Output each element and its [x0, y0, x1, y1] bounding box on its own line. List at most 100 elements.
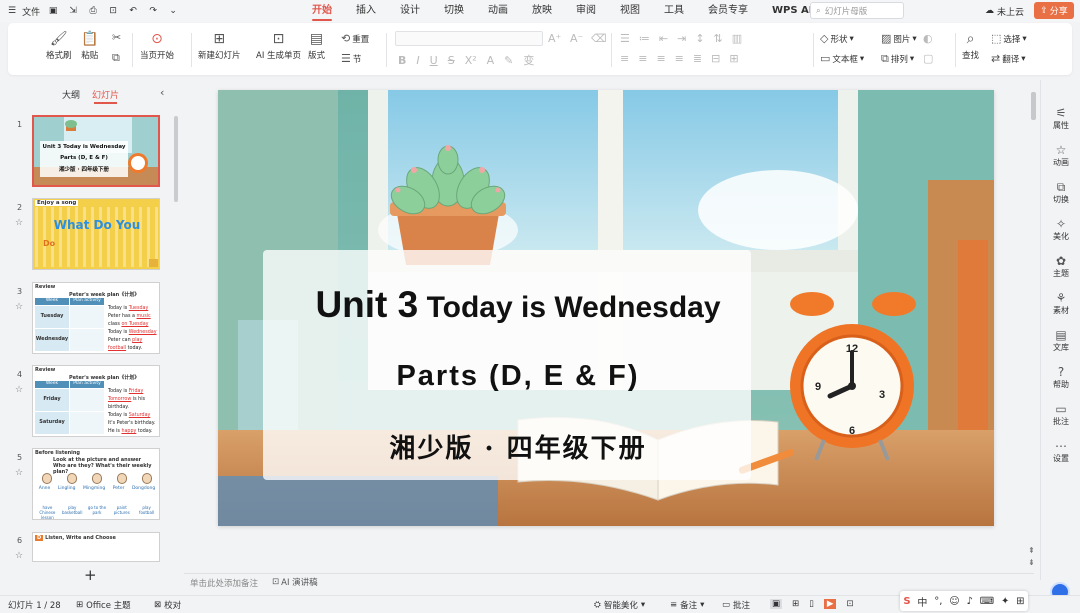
picture-button[interactable]: ▨ 图片 ▾ — [881, 32, 917, 45]
align-right-icon[interactable]: ≡ — [656, 52, 665, 65]
properties-button[interactable]: ⚟ 属性 — [1041, 106, 1080, 131]
assets-button[interactable]: ⚘ 素材 — [1041, 291, 1080, 316]
slide-thumbnail-5[interactable]: Before listening Look at the picture and… — [32, 448, 160, 520]
ai-single-page-button[interactable]: ⊡ AI 生成单页 — [256, 29, 301, 61]
strikethrough-icon[interactable]: S — [448, 54, 455, 67]
char-spacing-icon[interactable]: 变 — [523, 52, 534, 68]
ai-speech-button[interactable]: ⊡ AI 演讲稿 — [272, 576, 318, 588]
justify-icon[interactable]: ≡ — [675, 52, 684, 65]
superscript-icon[interactable]: X² — [465, 54, 477, 67]
tab-3[interactable]: 切换 — [432, 0, 476, 22]
indent-increase-icon[interactable]: ⇥ — [677, 32, 686, 45]
paste-button[interactable]: 📋 粘贴 — [81, 29, 98, 61]
tab-8[interactable]: 工具 — [652, 0, 696, 22]
collapse-panel-icon[interactable]: ‹ — [160, 86, 164, 99]
slideshow-icon[interactable]: ▶ — [823, 599, 837, 609]
library-button[interactable]: ▤ 文库 — [1041, 328, 1080, 353]
slide-title[interactable]: Unit 3 Today is Wednesday — [218, 284, 818, 326]
select-button[interactable]: ⬚ 选择 ▾ — [991, 32, 1027, 45]
slide-thumbnail-3[interactable]: Review Peter's week plan《计划》 Week Plan a… — [32, 282, 160, 354]
help-button[interactable]: ? 帮助 — [1041, 365, 1080, 390]
bullet-list-icon[interactable]: ☰ — [620, 32, 630, 45]
textbox-button[interactable]: ▭ 文本框 ▾ — [820, 52, 864, 65]
tab-5[interactable]: 放映 — [520, 0, 564, 22]
cut-button[interactable]: ✂ — [112, 31, 121, 44]
line-spacing-icon[interactable]: ↕ — [695, 32, 704, 45]
outline-button[interactable]: ▢ — [923, 52, 933, 65]
prev-page-icon[interactable]: ⇞ — [1028, 546, 1035, 555]
comment-button[interactable]: ▭ 批注 — [1041, 402, 1080, 427]
beautify-button[interactable]: ✧ 美化 — [1041, 217, 1080, 242]
tab-0[interactable]: 开始 — [300, 0, 344, 22]
slide-thumbnail-4[interactable]: Review Peter's week plan《计划》 Week Plan a… — [32, 365, 160, 437]
menu-icon[interactable]: ☰ — [8, 6, 16, 16]
save-icon[interactable]: ▣ — [46, 6, 60, 16]
slide-thumbnail-6[interactable]: D Listen, Write and Choose — [32, 532, 160, 562]
cloud-status[interactable]: ☁ 未上云 — [985, 0, 1024, 22]
reading-view-icon[interactable]: ▯ — [809, 599, 814, 609]
section-button[interactable]: ☰ 节 — [341, 52, 361, 65]
translate-button[interactable]: ⇄ 翻译 ▾ — [991, 52, 1026, 65]
notes-field[interactable]: 单击此处添加备注 — [190, 577, 258, 589]
print-icon[interactable]: ⎙ — [86, 6, 100, 16]
star-icon[interactable]: ☆ — [15, 468, 23, 478]
add-slide-button[interactable]: + — [84, 566, 97, 584]
emoji-icon[interactable]: ☺ — [949, 596, 959, 607]
next-page-icon[interactable]: ⇟ — [1028, 558, 1035, 567]
ime-toolbar[interactable]: S 中 °, ☺ ♪ ⌨ ✦ ⊞ — [900, 591, 1028, 611]
numbered-list-icon[interactable]: ≔ — [639, 32, 650, 45]
skin-icon[interactable]: ✦ — [1001, 596, 1009, 607]
highlight-icon[interactable]: ✎ — [504, 54, 513, 67]
search-input[interactable]: 幻灯片母版 — [825, 5, 868, 17]
comments-toggle[interactable]: ▭ 批注 — [722, 599, 750, 611]
format-painter-button[interactable]: 🖌 格式刷 — [46, 29, 72, 61]
chevron-down-icon[interactable]: ⌄ — [166, 6, 180, 16]
tab-outline[interactable]: 大纲 — [62, 88, 80, 101]
search-box[interactable]: ⌕ 幻灯片母版 — [810, 2, 904, 19]
tab-6[interactable]: 审阅 — [564, 0, 608, 22]
align-center-icon[interactable]: ≡ — [638, 52, 647, 65]
text-direction-icon[interactable]: ⇅ — [714, 32, 723, 45]
grid-icon[interactable]: ⊞ — [1016, 596, 1024, 607]
distribute-icon[interactable]: ≣ — [693, 52, 702, 65]
preview-icon[interactable]: ⊡ — [106, 6, 120, 16]
star-icon[interactable]: ☆ — [15, 551, 23, 561]
font-family-select[interactable] — [395, 31, 543, 46]
find-button[interactable]: ⌕ 查找 — [962, 29, 979, 61]
star-icon[interactable]: ☆ — [15, 385, 23, 395]
star-icon[interactable]: ☆ — [15, 218, 23, 228]
theme-button[interactable]: ✿ 主题 — [1041, 254, 1080, 279]
font-size-decrease[interactable]: A⁻ — [570, 32, 583, 45]
canvas-scrollbar[interactable] — [1031, 92, 1036, 120]
align-left-icon[interactable]: ≡ — [620, 52, 629, 65]
font-color-icon[interactable]: A — [487, 54, 495, 67]
redo-icon[interactable]: ↷ — [146, 6, 160, 16]
settings-button[interactable]: ⋯ 设置 — [1041, 439, 1080, 464]
bold-icon[interactable]: B — [398, 54, 406, 67]
underline-icon[interactable]: U — [430, 54, 438, 67]
theme-status[interactable]: ⊞ Office 主题 — [76, 599, 131, 611]
play-current-button[interactable]: ⊙ 当页开始 — [140, 29, 174, 61]
clear-format-button[interactable]: ⌫ — [591, 32, 607, 45]
keyboard-icon[interactable]: ⌨ — [980, 596, 994, 607]
reset-button[interactable]: ⟲ 重置 — [341, 32, 369, 45]
layout-button[interactable]: ▤ 版式 — [308, 29, 325, 61]
ime-language[interactable]: 中 — [917, 594, 927, 609]
share-button[interactable]: ⇪ 分享 — [1034, 2, 1074, 19]
file-menu[interactable]: 文件 — [22, 5, 40, 18]
sorter-view-icon[interactable]: ⊞ — [792, 599, 799, 609]
thumbnail-scrollbar[interactable] — [174, 116, 178, 202]
smartart-icon[interactable]: ⊞ — [729, 52, 738, 65]
tab-slides[interactable]: 幻灯片 — [92, 88, 119, 104]
export-icon[interactable]: ⇲ — [66, 6, 80, 16]
tab-7[interactable]: 视图 — [608, 0, 652, 22]
tab-4[interactable]: 动画 — [476, 0, 520, 22]
normal-view-icon[interactable]: ▣ — [770, 599, 783, 609]
italic-icon[interactable]: I — [416, 54, 419, 67]
new-slide-button[interactable]: ⊞ 新建幻灯片 — [198, 29, 241, 61]
notes-toggle[interactable]: ≡ 备注 ▾ — [670, 599, 704, 611]
smart-beautify-button[interactable]: ⛭ 智能美化 ▾ — [594, 599, 645, 611]
fit-window-icon[interactable]: ⊡ — [846, 599, 853, 609]
indent-decrease-icon[interactable]: ⇤ — [659, 32, 668, 45]
slide-thumbnail-2[interactable]: Enjoy a song What Do You Do — [32, 198, 160, 270]
